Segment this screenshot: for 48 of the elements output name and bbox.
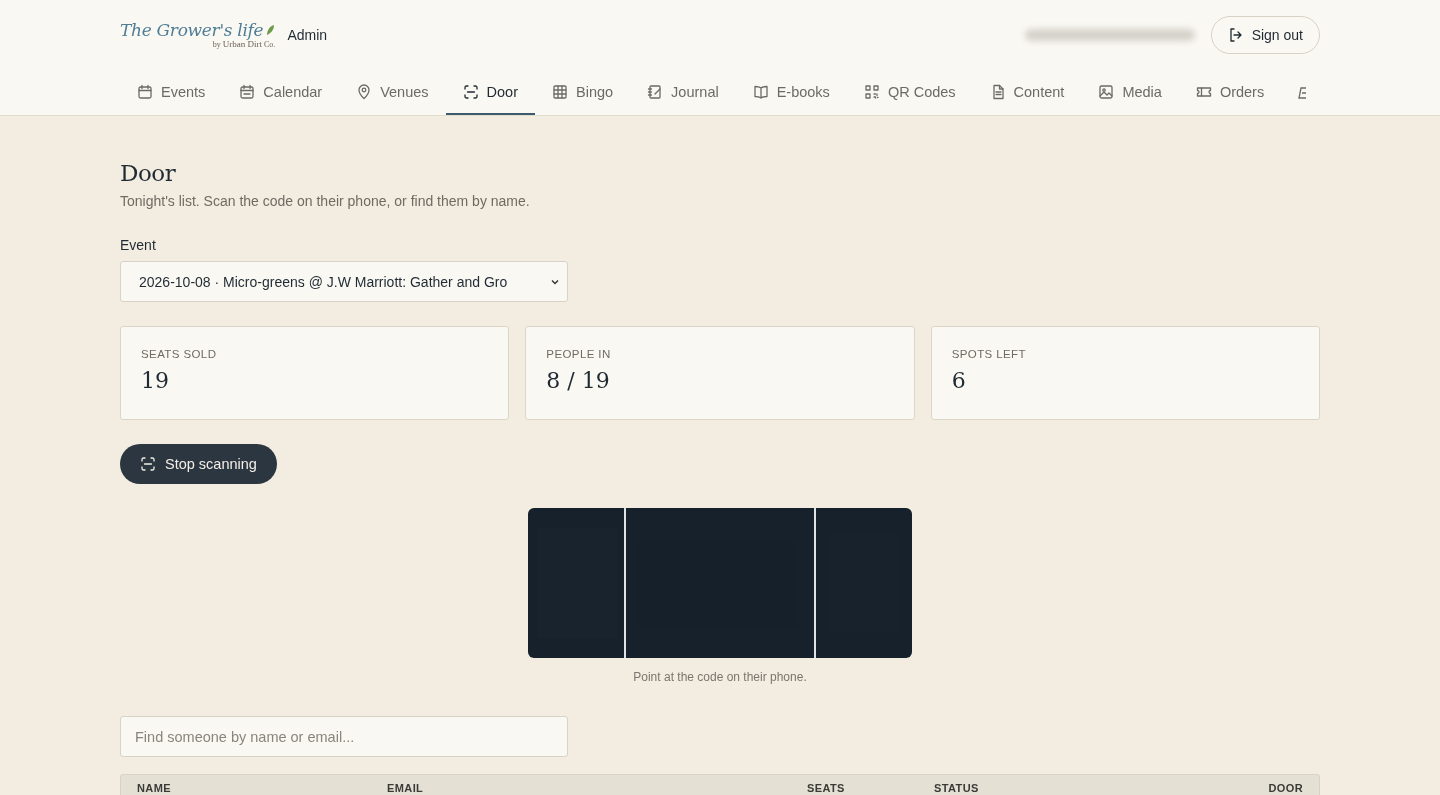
scan-icon <box>140 456 156 472</box>
stat-label: SPOTS LEFT <box>951 348 1027 360</box>
column-header: EMAIL <box>387 782 425 794</box>
stat-label: PEOPLE IN <box>546 348 612 360</box>
logo-text: The Grower's life <box>120 21 264 39</box>
stat-value: 6 <box>951 368 967 393</box>
partial-tab-icon <box>1298 84 1307 101</box>
logo-co-text: Co. <box>264 40 276 49</box>
nav-tab[interactable]: QR Codes <box>846 70 973 115</box>
search-field[interactable]: Find someone by name or email... <box>120 716 568 757</box>
sign-out-icon <box>1227 27 1244 43</box>
nav-tab[interactable]: E-books <box>735 70 847 115</box>
nav-tab[interactable]: Events <box>120 70 223 115</box>
image-icon <box>1098 83 1115 100</box>
scan-icon <box>462 83 479 100</box>
qr-code-icon <box>863 83 880 100</box>
nav-tab[interactable]: Bingo <box>535 70 631 115</box>
stat-value: 8 / 19 <box>546 368 611 393</box>
nav-tab[interactable]: Journal <box>630 70 736 115</box>
column-header: STATUS <box>934 782 980 794</box>
grid-icon <box>552 83 568 100</box>
nav-tab[interactable]: Door <box>445 70 535 115</box>
sign-out-button[interactable]: Sign out <box>1210 16 1320 54</box>
event-label: Event <box>120 237 157 253</box>
nav-tab[interactable]: Orders <box>1178 70 1282 115</box>
stop-scanning-button[interactable]: Stop scanning <box>120 444 277 484</box>
nav-tab[interactable]: Calendar <box>222 70 340 115</box>
column-header: DOOR <box>1268 782 1303 794</box>
calendar-icon <box>239 83 256 100</box>
stat-label: SEATS SOLD <box>141 348 218 360</box>
map-pin-icon <box>356 83 373 100</box>
stat-value: 19 <box>141 368 170 393</box>
logo-subtext: Urban Dirt <box>222 39 263 49</box>
calendar-icon <box>137 83 153 100</box>
page-subtitle: Tonight's list. Scan the code on their phone, or find them by name. <box>120 193 531 209</box>
admin-label: Admin <box>287 27 328 43</box>
column-header: NAME <box>137 782 172 794</box>
nav-tab[interactable]: Media <box>1081 70 1179 115</box>
nav-tab[interactable]: Venues <box>339 70 446 115</box>
notebook-icon <box>647 83 664 100</box>
nav-tab[interactable]: Content <box>972 70 1082 115</box>
event-dropdown[interactable]: 2026-10-08 · Micro-greens @ J.W Marriott: Gather and Gro <box>120 261 568 302</box>
book-icon <box>752 83 769 100</box>
leaf-icon <box>265 24 276 36</box>
column-header: SEATS <box>807 782 846 794</box>
logo-by-text: by <box>212 40 221 49</box>
scanner-hint: Point at the code on their phone. <box>633 670 807 684</box>
page-title: Door <box>120 160 177 186</box>
